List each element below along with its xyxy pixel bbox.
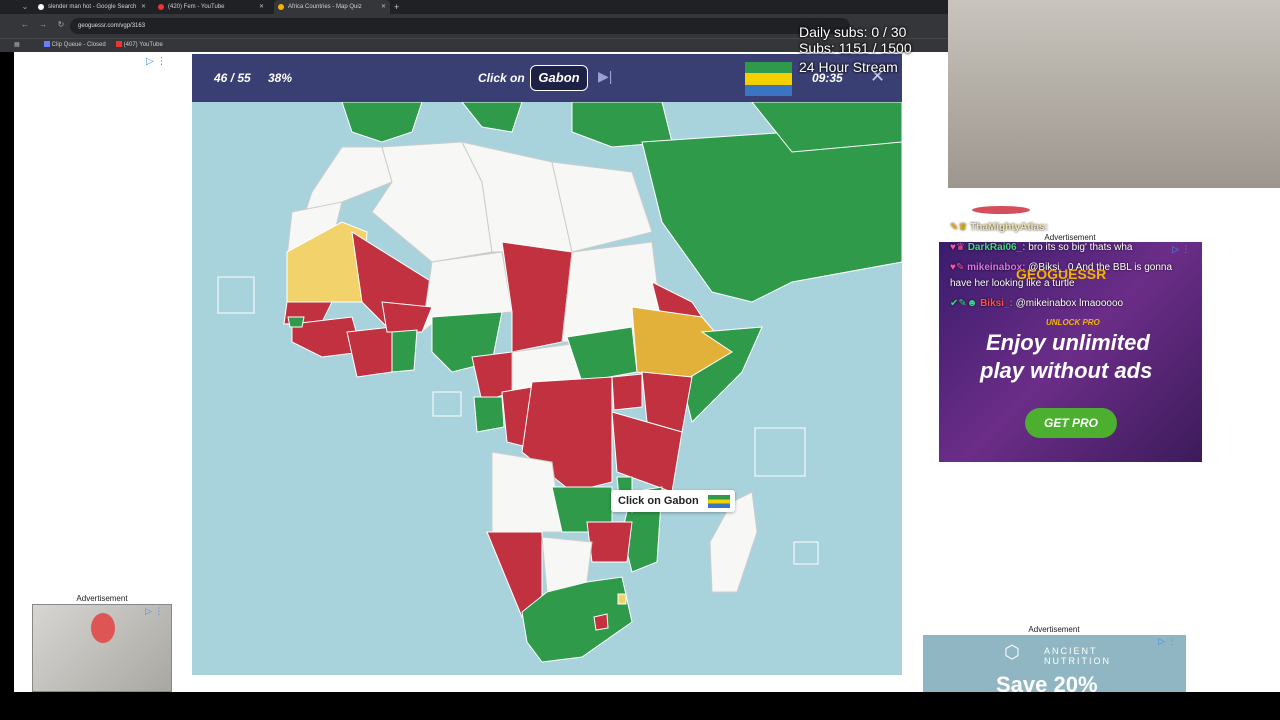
gabon-flag-icon	[745, 62, 792, 96]
hover-tooltip: Click on Gabon	[611, 490, 735, 512]
chat-message: ♥♛ DarkRai06_: bro its so big' thats wha	[950, 242, 1132, 253]
africa-map[interactable]	[192, 102, 902, 675]
daily-subs-counter: Daily subs: 0 / 30	[799, 24, 907, 40]
chat-text: have her looking like a turtle	[950, 278, 1075, 289]
country-europe	[341, 102, 423, 143]
bookmark-clip-queue[interactable]: Clip Queue - Closed	[44, 38, 106, 52]
country-turkey	[571, 102, 673, 148]
get-pro-button[interactable]: GET PRO	[1025, 408, 1117, 438]
chat-text: @mikeinabox lmaooooo	[1015, 298, 1124, 309]
forward-icon[interactable]: →	[36, 18, 50, 32]
chat-message: ♥✎ mikeinabox: @Biksi_ 0 And the BBL is …	[950, 262, 1172, 273]
ad-headline-1: Enjoy unlimited	[986, 330, 1150, 355]
chat-message-continued: have her looking like a turtle	[950, 278, 1075, 289]
brand-logo-icon: ⬡	[1004, 642, 1020, 662]
badge-icon: ✎♛	[950, 222, 968, 233]
island-cape-verde-box	[217, 276, 255, 314]
tab-label: Africa Countries - Map Quiz	[288, 4, 362, 10]
ad-image	[91, 613, 115, 643]
tab-label: slender man hot - Google Search	[48, 4, 137, 10]
island-sao-tome-box	[432, 391, 462, 417]
chat-username: ThaMightyAtlas:	[970, 222, 1048, 233]
country-middle-east	[641, 121, 902, 303]
bookmark-label: (407) YouTube	[123, 42, 163, 48]
youtube-favicon-icon	[158, 4, 164, 10]
country-angola	[491, 451, 563, 533]
close-tab-icon[interactable]: ✕	[381, 0, 386, 14]
tooltip-text: Click on Gabon	[618, 495, 699, 507]
country-lesotho	[593, 613, 609, 631]
bookmark-label: Clip Queue - Closed	[51, 42, 106, 48]
country-eswatini	[617, 593, 627, 605]
unlock-pro-kicker: UNLOCK PRO	[1046, 318, 1100, 327]
click-on-prompt: Click on	[478, 71, 525, 85]
chat-username: mikeinabox:	[967, 262, 1026, 273]
ad-headline-2: play without ads	[980, 358, 1153, 383]
chat-username: DarkRai06_:	[967, 242, 1026, 253]
adchoices-icon[interactable]: ▷ ⋮	[1158, 636, 1176, 647]
tab-label: (420) Fem - YouTube	[168, 4, 225, 10]
adchoices-icon[interactable]: ▷ ⋮	[1172, 244, 1190, 255]
webcam-feed	[948, 0, 1280, 188]
country-gabon	[473, 396, 505, 433]
ad-label: Advertisement	[1044, 233, 1096, 242]
youtube-favicon-icon	[116, 41, 122, 48]
chat-text: bro its so big' thats wha	[1028, 242, 1133, 253]
tab-google-search[interactable]: slender man hot - Google Search ✕	[34, 0, 150, 14]
tab-youtube[interactable]: (420) Fem - YouTube ✕	[154, 0, 268, 14]
country-ivory-coast	[346, 326, 393, 378]
chat-message: ✎♛ ThaMightyAtlas:	[950, 222, 1048, 233]
country-guinea-bissau	[287, 316, 305, 328]
country-zimbabwe	[586, 521, 633, 563]
apps-icon[interactable]: ▦	[14, 38, 24, 52]
country-italy-region	[461, 102, 523, 133]
geoguessr-favicon-icon	[278, 4, 284, 10]
map-svg[interactable]	[192, 102, 902, 675]
brand-name-2: NUTRITION	[1044, 656, 1111, 666]
close-tab-icon[interactable]: ✕	[259, 0, 264, 14]
back-icon[interactable]: ←	[18, 18, 32, 32]
url-field[interactable]: geoguessr.com/vgp/3163	[70, 18, 850, 34]
tab-geoguessr[interactable]: Africa Countries - Map Quiz ✕	[274, 0, 390, 14]
island-seychelles-box	[754, 427, 806, 477]
chat-username: Biksi_:	[980, 298, 1013, 309]
gabon-flag-icon	[707, 494, 730, 508]
adchoices-icon[interactable]: ▷ ⋮	[145, 606, 163, 617]
target-country-label: Gabon	[530, 65, 588, 91]
subs-counter: Subs: 1151 / 1500	[799, 40, 912, 56]
chat-text: @Biksi_ 0 And the BBL is gonna	[1028, 262, 1173, 273]
bookmark-youtube[interactable]: (407) YouTube	[116, 38, 163, 52]
adchoices-icon[interactable]: ▷ ⋮	[146, 56, 166, 67]
country-uganda	[611, 373, 643, 411]
percent-score: 38%	[268, 71, 293, 85]
stream-title: 24 Hour Stream	[799, 59, 898, 75]
twitch-favicon-icon	[44, 41, 50, 48]
brand-name-1: ANCIENT	[1044, 646, 1098, 656]
ad-label: Advertisement	[1028, 625, 1080, 634]
skip-icon[interactable]: ▶|	[598, 68, 612, 85]
google-favicon-icon	[38, 4, 44, 10]
badge-icon: ♥♛	[950, 242, 965, 253]
reload-icon[interactable]: ↻	[54, 18, 68, 32]
island-mauritius-box	[793, 541, 819, 565]
chat-message: ✔✎☻ Biksi_: @mikeinabox lmaooooo	[950, 298, 1123, 309]
left-ad[interactable]	[32, 604, 172, 692]
country-ghana	[391, 329, 418, 373]
letterbox-bar	[0, 692, 1280, 720]
progress-counter: 46 / 55	[214, 71, 251, 85]
new-tab-icon[interactable]: +	[394, 0, 404, 14]
chat-divider-icon	[972, 206, 1030, 214]
country-chad	[501, 241, 573, 353]
badge-icon: ✔✎☻	[950, 298, 978, 309]
badge-icon: ♥✎	[950, 262, 965, 273]
close-tab-icon[interactable]: ✕	[141, 0, 146, 14]
tab-search-icon[interactable]: ⌄	[18, 0, 32, 14]
ad-label: Advertisement	[76, 594, 128, 603]
promo-text: Save 20%	[996, 672, 1098, 692]
